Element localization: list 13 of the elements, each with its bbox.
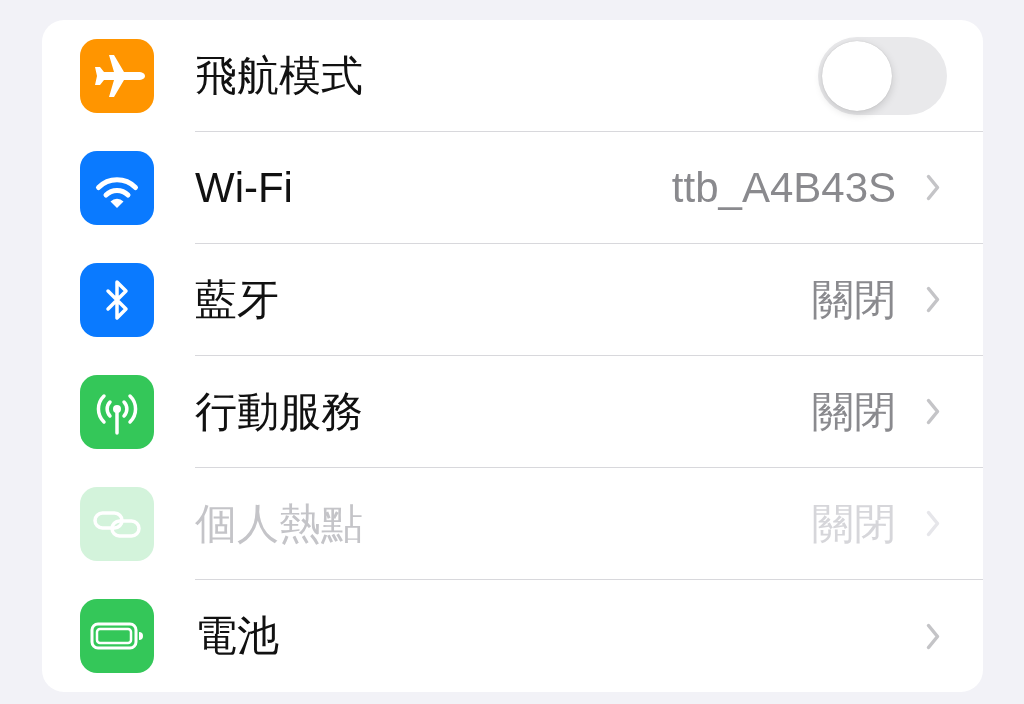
chevron-icon bbox=[926, 174, 940, 201]
setting-label[interactable]: 行動服務 bbox=[195, 383, 812, 440]
chevron-icon bbox=[926, 622, 940, 650]
setting-value: 關閉 bbox=[812, 386, 896, 437]
setting-value: 關閉 bbox=[812, 274, 896, 325]
setting-label[interactable]: Wi-Fi bbox=[195, 163, 672, 212]
chevron-icon bbox=[926, 510, 940, 537]
setting-label[interactable]: 電池 bbox=[195, 608, 926, 664]
setting-value: ttb_A4B43S bbox=[671, 163, 896, 212]
chevron-icon bbox=[926, 398, 940, 425]
setting-label[interactable]: 藍牙 bbox=[195, 271, 812, 328]
setting-label[interactable]: 飛航模式 bbox=[195, 47, 818, 104]
chevron-icon bbox=[926, 286, 940, 313]
